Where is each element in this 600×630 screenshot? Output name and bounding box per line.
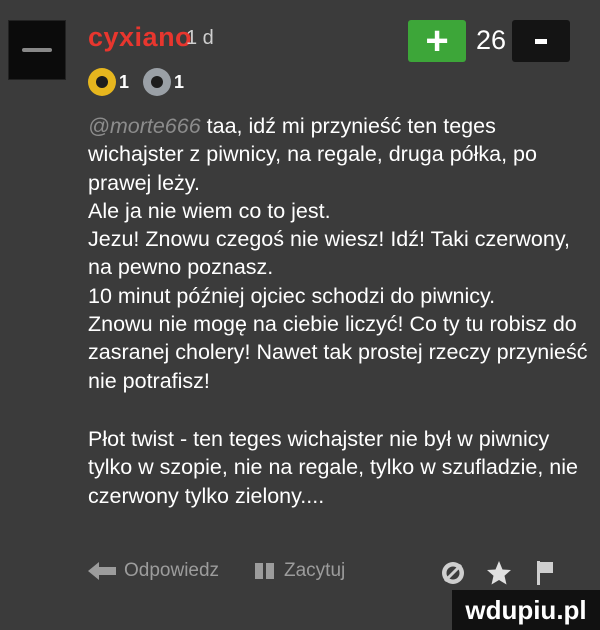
comment-line: Jezu! Znowu czegoś nie wiesz! Idź! Taki … <box>88 227 570 280</box>
reply-arrow-icon <box>88 562 116 580</box>
watermark-logo: wdupiu.pl <box>452 590 600 630</box>
user-badges: 1 1 <box>88 68 198 96</box>
comment-line: 10 minut później ojciec schodzi do piwni… <box>88 283 496 308</box>
report-button[interactable] <box>536 560 562 586</box>
gold-medal-icon <box>88 68 116 96</box>
block-icon <box>442 562 464 584</box>
star-icon <box>487 561 511 585</box>
badge-silver: 1 <box>143 68 184 96</box>
comment-actions: Odpowiedz Zacytuj <box>88 560 588 590</box>
reply-label: Odpowiedz <box>124 560 220 581</box>
quote-icon <box>255 563 274 579</box>
downvote-button[interactable] <box>512 20 570 62</box>
avatar-image <box>22 48 52 52</box>
comment-line: @morte666 taa, idź mi przynieść ten tege… <box>88 112 588 197</box>
badge-silver-count: 1 <box>174 71 185 92</box>
favorite-button[interactable] <box>486 560 520 586</box>
comment-twist: Płot twist - ten teges wichajster nie by… <box>88 426 578 508</box>
upvote-button[interactable]: + <box>408 20 466 62</box>
badge-gold: 1 <box>88 68 129 96</box>
username-link[interactable]: cyxiano <box>88 22 192 53</box>
comment-age: 1 d <box>186 27 214 49</box>
user-avatar[interactable] <box>8 20 66 80</box>
mute-button[interactable] <box>440 560 474 586</box>
quote-button[interactable]: Zacytuj <box>254 560 345 582</box>
badge-gold-count: 1 <box>119 71 130 92</box>
minus-icon <box>535 38 547 44</box>
comment-body: @morte666 taa, idź mi przynieść ten tege… <box>88 112 588 510</box>
comment-line: Ale ja nie wiem co to jest. <box>88 198 331 223</box>
quote-label: Zacytuj <box>284 560 346 581</box>
flag-icon <box>537 561 553 585</box>
reply-button[interactable]: Odpowiedz <box>88 560 219 582</box>
silver-medal-icon <box>143 68 172 96</box>
mention-link[interactable]: @morte666 <box>88 114 201 138</box>
comment-line: Znowu nie mogę na ciebie liczyć! Co ty t… <box>88 312 588 393</box>
vote-score: 26 <box>476 25 507 55</box>
